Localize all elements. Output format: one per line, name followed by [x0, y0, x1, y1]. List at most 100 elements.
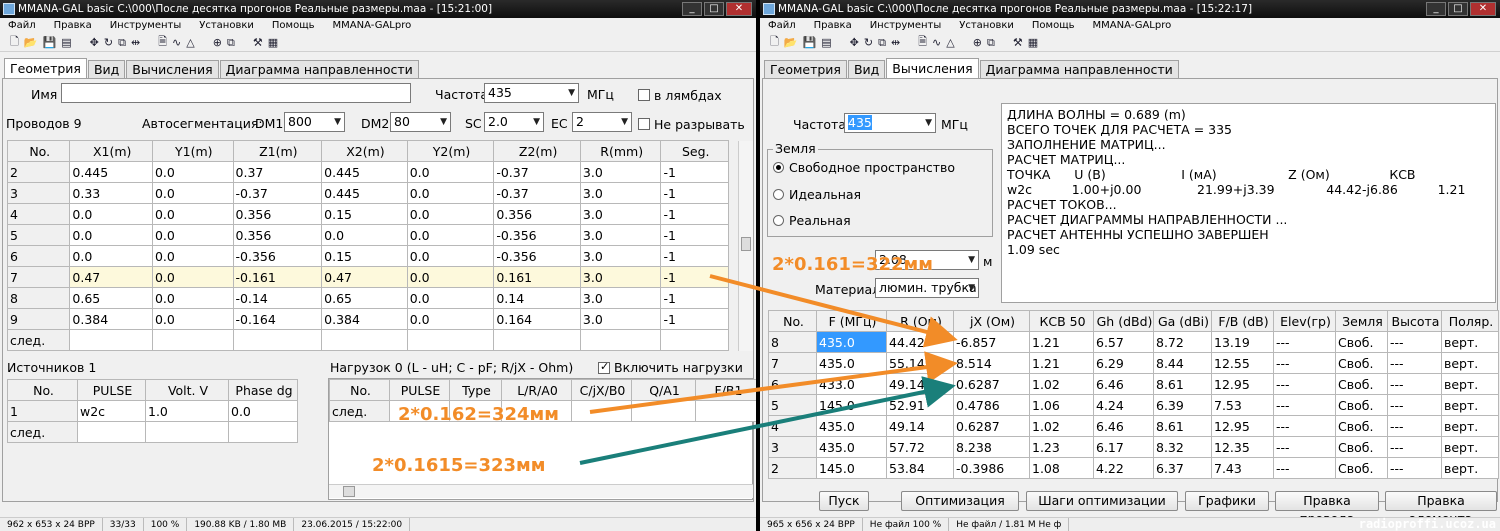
- table-cell[interactable]: 0.0: [69, 224, 153, 246]
- table-cell[interactable]: 0.15: [321, 203, 408, 225]
- frequency-select[interactable]: 435 ▼: [484, 83, 579, 103]
- menu-edit[interactable]: Правка: [54, 18, 92, 34]
- table-cell[interactable]: 1.02: [1029, 373, 1094, 395]
- column-header[interactable]: R (Ом): [886, 310, 954, 332]
- table-cell[interactable]: 6.39: [1153, 394, 1212, 416]
- table-cell[interactable]: 0.384: [69, 308, 153, 330]
- loads-hscrollbar[interactable]: [329, 484, 753, 498]
- table-cell[interactable]: верт.: [1441, 352, 1499, 374]
- table-cell[interactable]: 0.0: [151, 203, 234, 225]
- table-cell[interactable]: 0.0: [69, 245, 153, 267]
- graph-icon[interactable]: ∿: [932, 36, 941, 49]
- tab-pattern[interactable]: Диаграмма направленности: [219, 60, 419, 78]
- rotate-icon[interactable]: ↻: [864, 36, 873, 49]
- new-file-icon[interactable]: 🗋: [770, 33, 779, 52]
- table-cell[interactable]: 0.47: [69, 266, 153, 288]
- tab-calculations[interactable]: Вычисления: [126, 60, 219, 78]
- column-header[interactable]: PULSE: [389, 379, 450, 401]
- table-cell[interactable]: 57.72: [886, 436, 954, 458]
- table-cell[interactable]: 433.0: [816, 373, 887, 395]
- hscroll-thumb[interactable]: [343, 486, 355, 497]
- table-cell[interactable]: [69, 329, 153, 351]
- table-cell[interactable]: верт.: [1441, 457, 1499, 479]
- edit-wire-button[interactable]: Правка провода: [1275, 491, 1379, 517]
- table-cell[interactable]: след.: [7, 421, 78, 443]
- dm1-select[interactable]: 800 ▼: [284, 112, 345, 132]
- document-icon[interactable]: 🗎: [918, 33, 927, 52]
- table-cell[interactable]: 1.08: [1029, 457, 1094, 479]
- table-cell[interactable]: 1.23: [1029, 436, 1094, 458]
- table-cell[interactable]: 8.72: [1153, 331, 1212, 353]
- table-cell[interactable]: 0.0: [406, 203, 495, 225]
- menu-tools[interactable]: Инструменты: [870, 18, 942, 34]
- new-file-icon[interactable]: 🗋: [10, 33, 19, 52]
- column-header[interactable]: Высота: [1387, 310, 1442, 332]
- column-header[interactable]: No.: [768, 310, 817, 332]
- ground-free-radio[interactable]: [773, 162, 784, 173]
- table-row[interactable]: 7 435.0 55.14 8.514 1.21 6.29 8.44 12.55 --- Своб…: [768, 352, 1499, 374]
- calculator-icon[interactable]: ▦: [1028, 36, 1038, 49]
- column-header[interactable]: L/R/A0: [501, 379, 572, 401]
- table-cell[interactable]: 6.57: [1093, 331, 1154, 353]
- table-cell[interactable]: 8.238: [953, 436, 1030, 458]
- run-button[interactable]: Пуск: [819, 491, 869, 511]
- table-cell[interactable]: след.: [6, 329, 71, 351]
- table-cell[interactable]: 0.0: [406, 245, 495, 267]
- scroll-thumb[interactable]: [741, 237, 751, 251]
- column-header[interactable]: Gh (dBd): [1093, 310, 1154, 332]
- triangle-icon[interactable]: △: [946, 36, 954, 49]
- column-header[interactable]: Y2(m): [406, 140, 495, 162]
- table-cell[interactable]: 4: [768, 415, 817, 437]
- table-cell[interactable]: -0.161: [232, 266, 323, 288]
- column-header[interactable]: jX (Ом): [953, 310, 1030, 332]
- table-cell[interactable]: 1.02: [1029, 415, 1094, 437]
- table-cell[interactable]: 2: [6, 161, 71, 183]
- table-row[interactable]: 4 0.0 0.0 0.356 0.15 0.0 0.356 3.0 -1: [6, 203, 729, 225]
- table-cell[interactable]: 3.0: [579, 308, 662, 330]
- table-cell[interactable]: 0.356: [493, 203, 581, 225]
- tab-geometry[interactable]: Геометрия: [4, 58, 87, 78]
- table-cell[interactable]: 6.37: [1153, 457, 1212, 479]
- table-cell[interactable]: [145, 421, 229, 443]
- menu-file[interactable]: Файл: [768, 18, 796, 34]
- lambda-checkbox[interactable]: [638, 89, 650, 101]
- table-cell[interactable]: 0.0: [406, 308, 495, 330]
- table-cell[interactable]: 4: [6, 203, 71, 225]
- table-cell[interactable]: 3.0: [579, 245, 662, 267]
- stretch-icon[interactable]: ⇹: [131, 36, 140, 49]
- copy-icon[interactable]: ⧉: [878, 36, 886, 50]
- table-cell[interactable]: 1.0: [145, 400, 229, 422]
- tab-geometry[interactable]: Геометрия: [764, 60, 847, 78]
- column-header[interactable]: Seg.: [660, 140, 729, 162]
- table-cell[interactable]: [660, 329, 729, 351]
- table-cell[interactable]: 7.43: [1211, 457, 1274, 479]
- table-cell[interactable]: -1: [660, 161, 729, 183]
- table-cell[interactable]: 0.65: [321, 287, 408, 309]
- table-cell[interactable]: 13.19: [1211, 331, 1274, 353]
- move-icon[interactable]: ✥: [850, 36, 859, 49]
- column-header[interactable]: No.: [329, 379, 390, 401]
- table-cell[interactable]: [493, 329, 581, 351]
- save-as-icon[interactable]: ▤: [61, 36, 71, 49]
- table-cell[interactable]: ---: [1387, 415, 1442, 437]
- table-cell[interactable]: -1: [660, 224, 729, 246]
- menu-settings[interactable]: Установки: [959, 18, 1014, 34]
- sc-select[interactable]: 2.0 ▼: [484, 112, 544, 132]
- table-cell[interactable]: 0.0: [406, 266, 495, 288]
- table-cell[interactable]: -1: [660, 308, 729, 330]
- nobreak-checkbox[interactable]: [638, 118, 650, 130]
- table-cell[interactable]: верт.: [1441, 394, 1499, 416]
- copy-icon[interactable]: ⧉: [118, 36, 126, 50]
- table-cell[interactable]: 7.53: [1211, 394, 1274, 416]
- column-header[interactable]: No.: [6, 140, 71, 162]
- table-cell[interactable]: 1.21: [1029, 352, 1094, 374]
- table-cell[interactable]: -1: [660, 266, 729, 288]
- table-cell[interactable]: [695, 400, 756, 422]
- column-header[interactable]: PULSE: [77, 379, 146, 401]
- column-header[interactable]: Phase dg: [228, 379, 298, 401]
- table-cell[interactable]: ---: [1273, 457, 1336, 479]
- table-cell[interactable]: -1: [660, 182, 729, 204]
- table-cell[interactable]: 3.0: [579, 266, 662, 288]
- tools-icon[interactable]: ⚒: [1013, 36, 1023, 49]
- table-cell[interactable]: 0.65: [69, 287, 153, 309]
